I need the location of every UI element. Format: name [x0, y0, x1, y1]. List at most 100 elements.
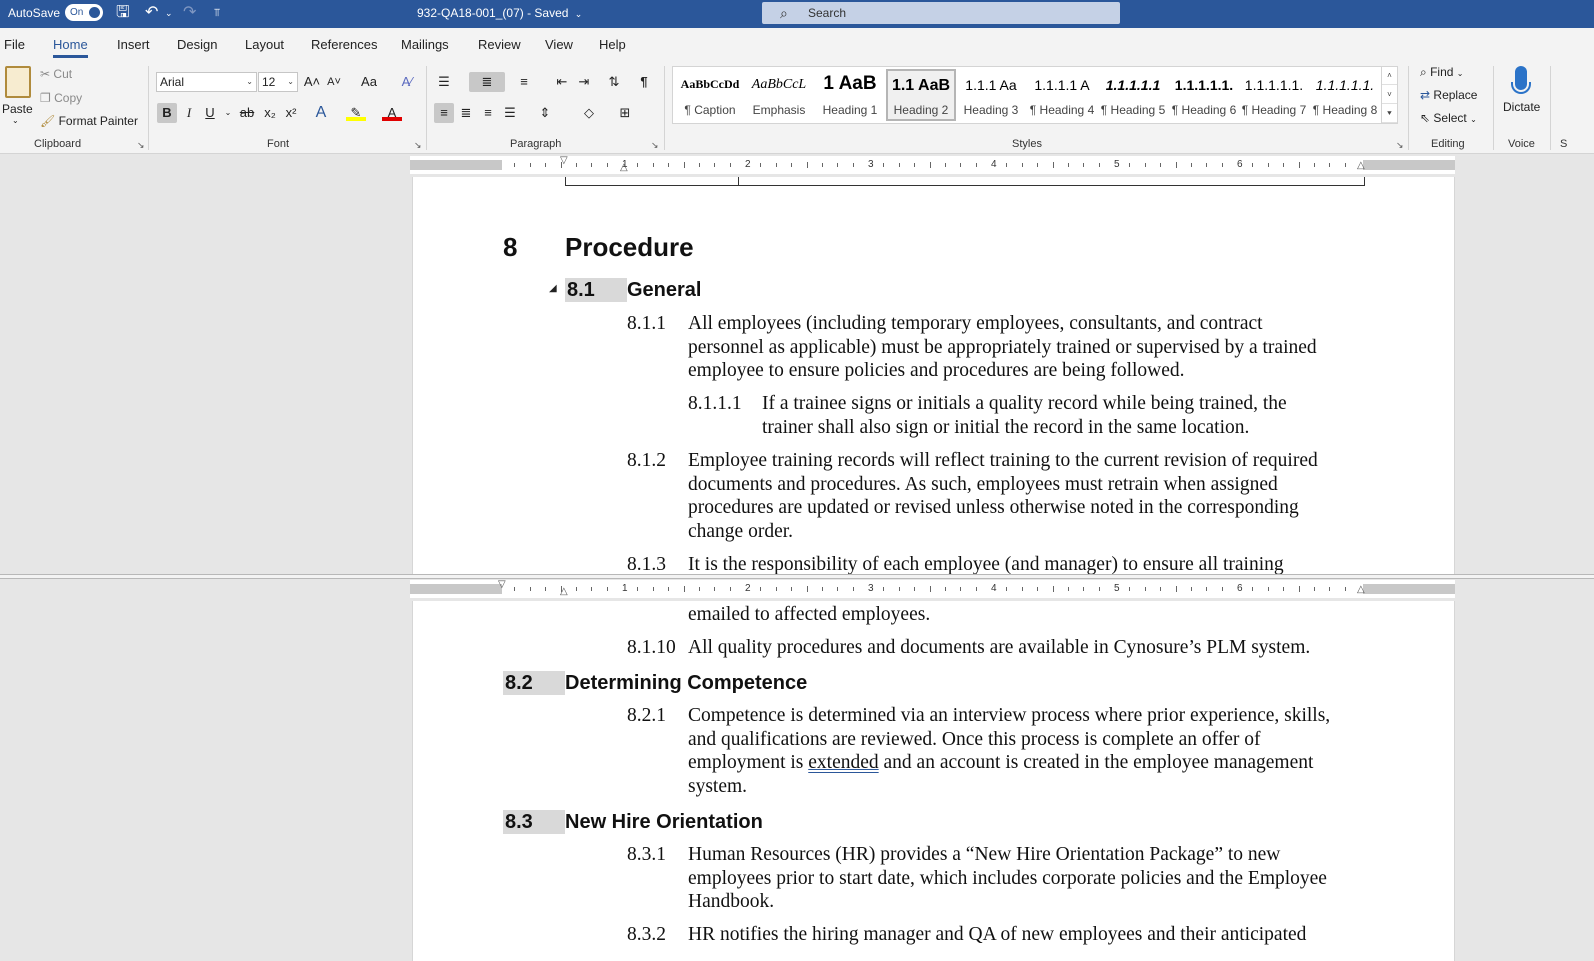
- tab-mailings[interactable]: Mailings: [401, 37, 449, 52]
- font-size-combo[interactable]: 12 ⌄: [258, 72, 298, 92]
- customize-toolbar-icon[interactable]: ⫪: [214, 4, 220, 22]
- ruler-tick: [1314, 587, 1315, 591]
- increase-indent-icon[interactable]: ⇥: [574, 72, 594, 92]
- style-heading-5[interactable]: 1.1.1.1.1 ¶ Heading 5: [1099, 69, 1167, 121]
- clipboard-dialog-launcher-icon[interactable]: ↘: [137, 140, 145, 151]
- right-indent-marker[interactable]: △: [1357, 584, 1365, 595]
- align-left-icon[interactable]: ≡: [434, 103, 454, 123]
- grammar-flagged-word[interactable]: extended: [808, 752, 878, 773]
- undo-icon[interactable]: ↶: [145, 4, 158, 22]
- text-run: employment is: [688, 752, 809, 773]
- autosave-toggle[interactable]: On: [65, 4, 103, 21]
- justify-icon[interactable]: ☰: [500, 103, 520, 123]
- underline-dropdown-icon[interactable]: ⌄: [218, 103, 238, 123]
- strikethrough-icon[interactable]: ab: [237, 103, 257, 123]
- ruler-tick: [1052, 162, 1054, 168]
- document-page[interactable]: 8 Procedure ◢ 8.1 General 8.1.1 All empl…: [412, 177, 1455, 574]
- ruler-tick: [1267, 163, 1269, 167]
- tab-layout[interactable]: Layout: [245, 37, 284, 52]
- format-painter-button[interactable]: 🖌 Format Painter: [40, 114, 138, 128]
- numbering-icon[interactable]: ≣: [469, 72, 505, 92]
- ruler-tick: [806, 162, 808, 168]
- font-color-icon[interactable]: A: [382, 103, 402, 121]
- style-caption[interactable]: AaBbCcDd ¶ Caption: [675, 69, 745, 121]
- style-heading-4[interactable]: 1.1.1.1 A ¶ Heading 4: [1028, 69, 1096, 121]
- tab-insert[interactable]: Insert: [117, 37, 150, 52]
- search-box[interactable]: ⌕ Search: [762, 2, 1120, 24]
- save-icon[interactable]: 🖫: [116, 4, 130, 22]
- document-title[interactable]: 932-QA18-001_(07) - Saved ⌄: [417, 6, 582, 20]
- italic-icon[interactable]: I: [179, 103, 199, 123]
- ruler-tick: [898, 163, 900, 167]
- change-case-button[interactable]: Aa: [355, 72, 383, 92]
- bold-icon[interactable]: B: [157, 103, 177, 123]
- tab-help[interactable]: Help: [599, 37, 626, 52]
- bullets-icon[interactable]: ☰: [434, 72, 454, 92]
- tab-home[interactable]: Home: [53, 37, 88, 58]
- undo-dropdown-icon[interactable]: ⌄: [165, 4, 173, 22]
- superscript-icon[interactable]: x²: [281, 103, 301, 123]
- group-separator: [1493, 66, 1494, 150]
- chevron-down-icon: ⌄: [1456, 69, 1464, 78]
- document-pane-bottom[interactable]: ▽ △ △ 1 2 3 4 5 6 emailed to affected em…: [0, 579, 1594, 961]
- style-heading-8[interactable]: 1.1.1.1.1. ¶ Heading 8: [1311, 69, 1379, 121]
- text-effects-icon[interactable]: A: [311, 103, 331, 123]
- style-heading-2[interactable]: 1.1 AaB Heading 2: [886, 69, 956, 121]
- sort-icon[interactable]: ⇅: [604, 72, 624, 92]
- clear-formatting-icon[interactable]: A∕: [397, 72, 417, 92]
- first-line-indent-marker[interactable]: ▽: [498, 579, 506, 590]
- underline-icon[interactable]: U: [200, 103, 220, 123]
- font-dialog-launcher-icon[interactable]: ↘: [414, 140, 422, 151]
- ruler-tick: [514, 587, 516, 591]
- horizontal-ruler-top[interactable]: ▽ △ △ 1 2 3 4 5 6: [410, 155, 1455, 174]
- shrink-font-icon[interactable]: A˅: [324, 72, 344, 92]
- shading-icon[interactable]: ◇: [574, 103, 604, 123]
- redo-icon[interactable]: ↷: [183, 4, 196, 22]
- paragraph-dialog-launcher-icon[interactable]: ↘: [651, 140, 659, 151]
- paste-button[interactable]: Paste ⌄: [2, 66, 33, 125]
- style-heading-3[interactable]: 1.1.1 Aa Heading 3: [958, 69, 1024, 121]
- ruler-tick: [1098, 163, 1100, 167]
- ruler-right-margin: [1363, 160, 1455, 170]
- tab-file[interactable]: File: [4, 37, 25, 52]
- show-formatting-marks-icon[interactable]: ¶: [634, 72, 654, 92]
- dictate-button[interactable]: Dictate: [1500, 64, 1542, 118]
- tab-design[interactable]: Design: [177, 37, 217, 52]
- style-heading-7[interactable]: 1.1.1.1.1. ¶ Heading 7: [1240, 69, 1308, 121]
- style-emphasis[interactable]: AaBbCcL Emphasis: [746, 69, 812, 121]
- decrease-indent-icon[interactable]: ⇤: [552, 72, 572, 92]
- line-spacing-icon[interactable]: ⇕: [530, 103, 560, 123]
- replace-button[interactable]: ⇄ Replace: [1420, 88, 1477, 102]
- right-indent-marker[interactable]: △: [1357, 160, 1365, 171]
- gallery-more-icon[interactable]: ⯆: [1382, 104, 1397, 123]
- document-page[interactable]: emailed to affected employees. 8.1.10 Al…: [412, 601, 1455, 961]
- text-line: If a trainee signs or initials a quality…: [762, 393, 1287, 414]
- align-right-icon[interactable]: ≡: [478, 103, 498, 123]
- style-heading-1[interactable]: 1 AaB Heading 1: [816, 69, 884, 121]
- tab-view[interactable]: View: [545, 37, 573, 52]
- gallery-down-icon[interactable]: ˅: [1382, 85, 1397, 104]
- highlight-icon[interactable]: ✎: [346, 103, 366, 121]
- grow-font-icon[interactable]: A˄: [302, 72, 322, 92]
- styles-dialog-launcher-icon[interactable]: ↘: [1396, 140, 1404, 151]
- find-button[interactable]: ⌕ Find ⌄: [1420, 65, 1463, 80]
- tab-references[interactable]: References: [311, 37, 377, 52]
- document-pane-top[interactable]: ▽ △ △ 1 2 3 4 5 6 8 Procedure ◢ 8.1 Gene…: [0, 155, 1594, 574]
- font-name-combo[interactable]: Arial ⌄: [156, 72, 257, 92]
- subscript-icon[interactable]: x₂: [260, 103, 280, 123]
- collapse-heading-icon[interactable]: ◢: [549, 283, 557, 294]
- copy-button[interactable]: ❐ Copy: [40, 91, 82, 105]
- voice-group-label: Voice: [1508, 138, 1535, 150]
- ruler-tick: [760, 163, 762, 167]
- style-heading-6[interactable]: 1.1.1.1.1. ¶ Heading 6: [1170, 69, 1238, 121]
- ruler-tick: [760, 587, 762, 591]
- select-button[interactable]: ⇖ Select ⌄: [1420, 111, 1477, 125]
- tab-review[interactable]: Review: [478, 37, 521, 52]
- horizontal-ruler-bottom[interactable]: ▽ △ △ 1 2 3 4 5 6: [410, 579, 1455, 598]
- borders-icon[interactable]: ⊞: [610, 103, 640, 123]
- gallery-up-icon[interactable]: ˄: [1382, 66, 1397, 85]
- paragraph-continuation: emailed to affected employees.: [688, 604, 931, 625]
- cut-button[interactable]: ✂ Cut: [40, 67, 72, 81]
- multilevel-list-icon[interactable]: ≡: [509, 72, 539, 92]
- align-center-icon[interactable]: ≣: [456, 103, 476, 123]
